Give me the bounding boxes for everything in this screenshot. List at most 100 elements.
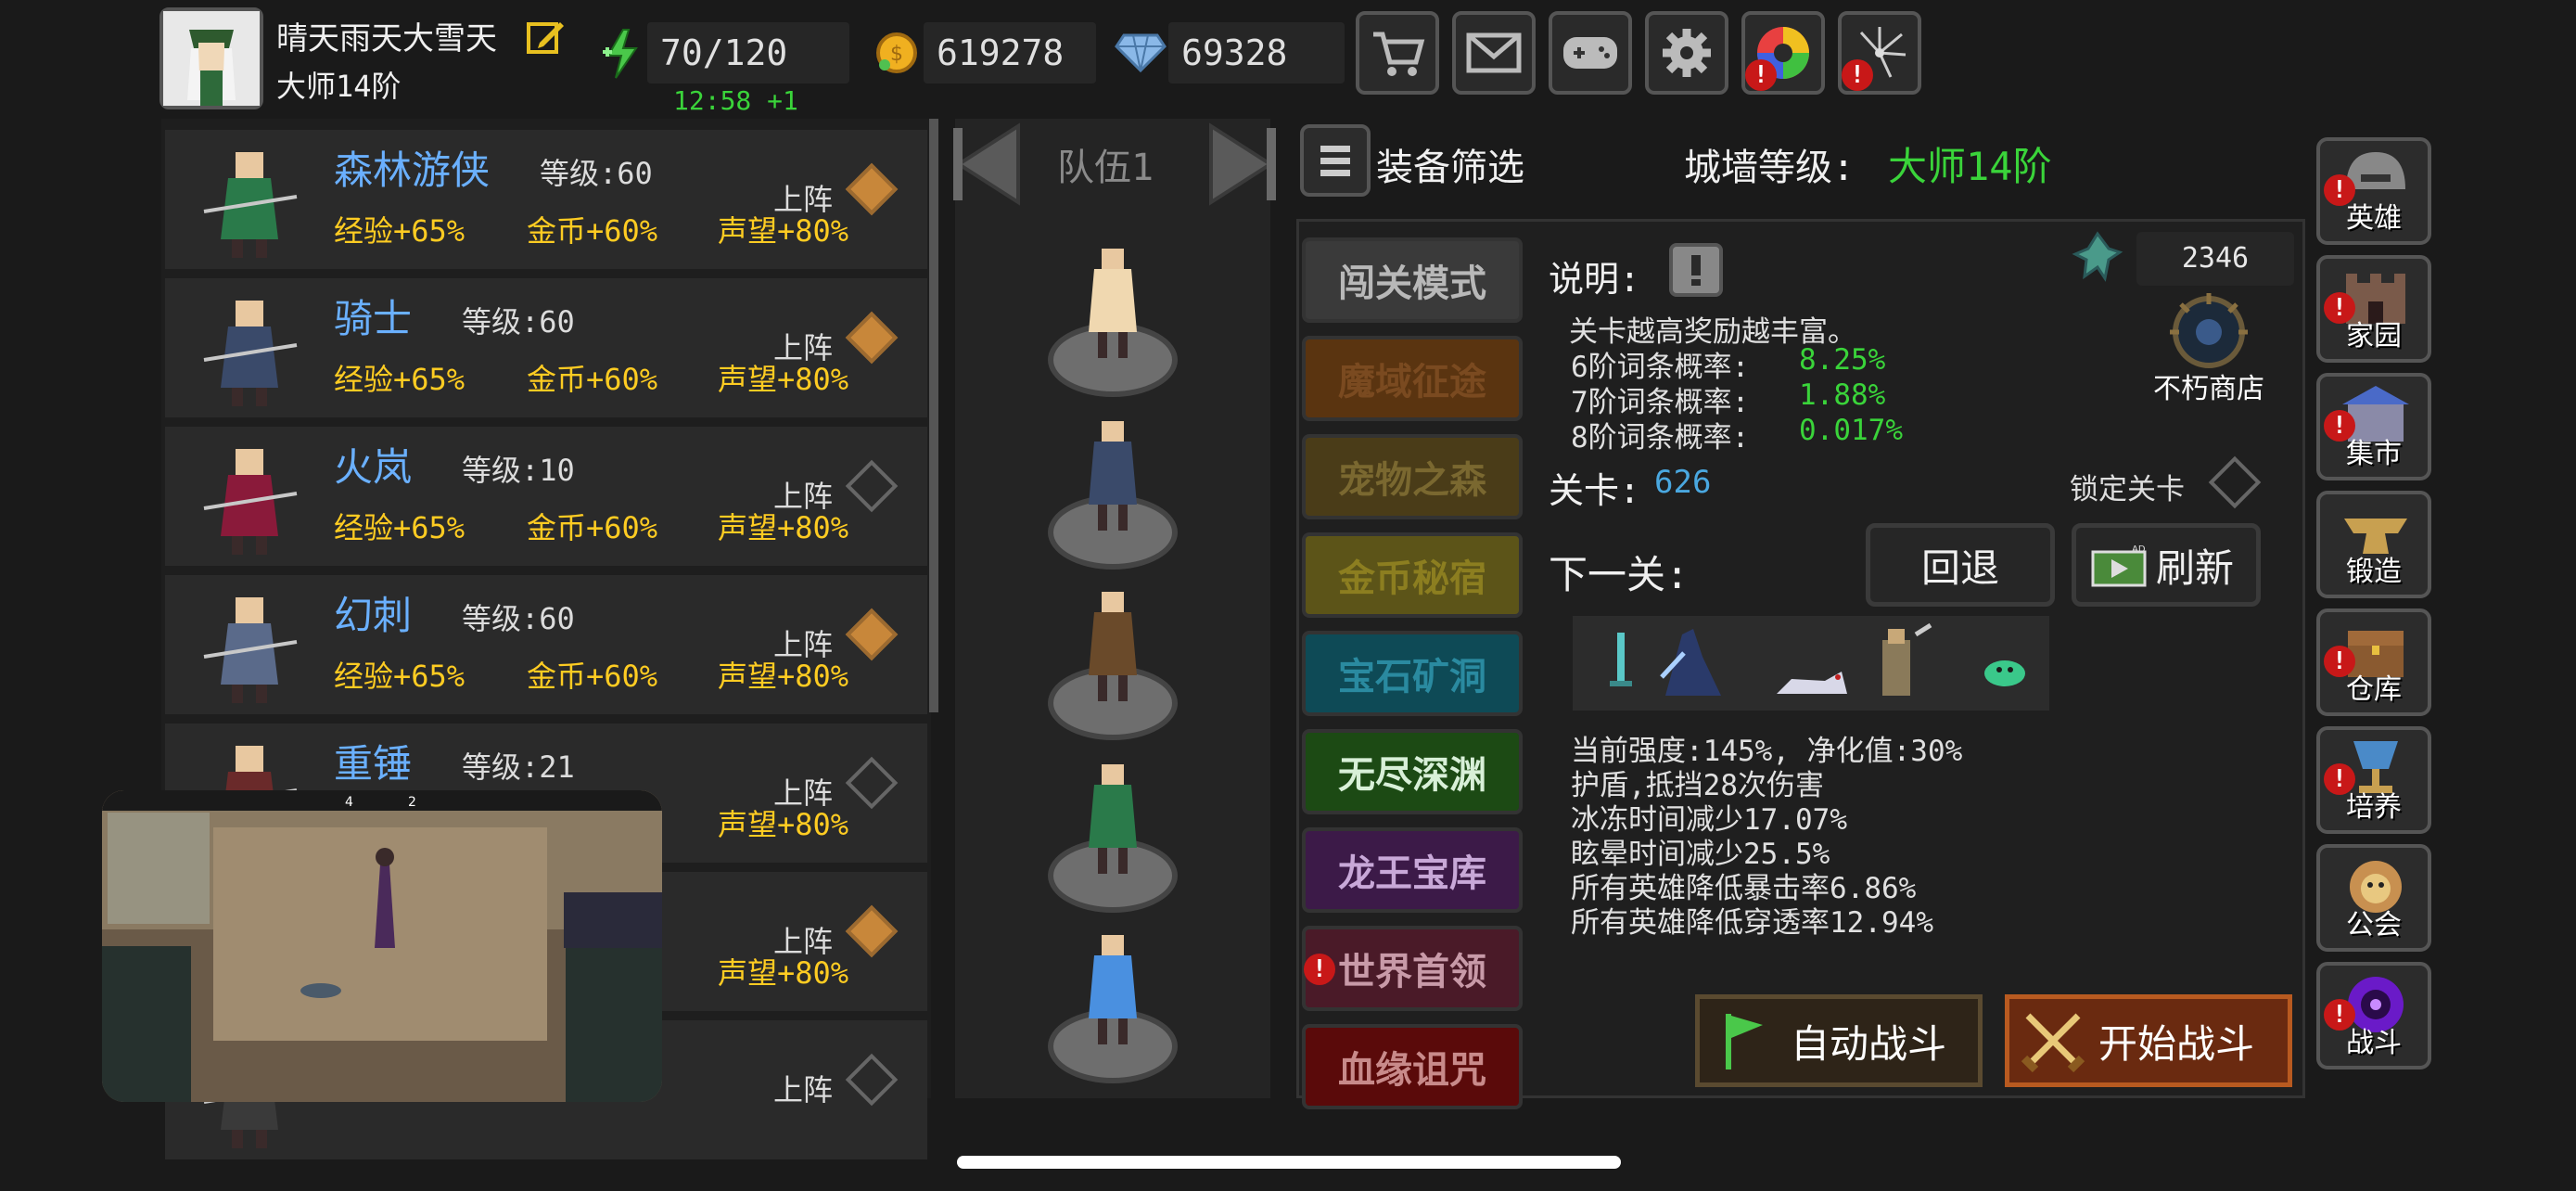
hero-row[interactable]: 火岚 等级:10 经验+65% 金币+60% 声望+80% 上阵 (165, 427, 927, 566)
hero-deploy-toggle[interactable] (845, 459, 899, 513)
back-button[interactable]: 回退 (1866, 523, 2055, 607)
equipment-filter-label[interactable]: 装备筛选 (1376, 137, 1524, 191)
pip-score-right: 2 (408, 795, 416, 810)
mode-button[interactable]: 宠物之森 (1302, 434, 1523, 519)
nav-chest[interactable]: 仓库! (2316, 608, 2431, 716)
hero-deploy-label: 上阵 (773, 1072, 834, 1108)
filter-menu-button[interactable] (1300, 124, 1371, 197)
team-hero-icon (1089, 249, 1137, 358)
color-wheel-button[interactable]: ! (1741, 11, 1825, 95)
svg-text:AD: AD (2132, 544, 2146, 555)
mode-button[interactable]: 魔域征途 (1302, 336, 1523, 421)
hero-gold-buff: 金币+60% (527, 510, 658, 545)
gold-value: 619278 (924, 22, 1096, 83)
start-battle-button[interactable]: 开始战斗 (2005, 994, 2292, 1087)
hero-deploy-toggle[interactable] (845, 162, 899, 216)
alert-badge: ! (2324, 763, 2355, 795)
hero-deploy-label: 上阵 (773, 479, 834, 514)
menu-icon (1320, 146, 1350, 176)
nav-market[interactable]: 集市! (2316, 373, 2431, 480)
nav-anvil[interactable]: 锻造 (2316, 491, 2431, 598)
team-slot[interactable] (1048, 243, 1178, 410)
mode-button[interactable]: 世界首领! (1302, 926, 1523, 1011)
nav-label: 公会 (2346, 909, 2402, 941)
crystal-icon (2072, 230, 2123, 282)
mode-button[interactable]: 龙王宝库 (1302, 827, 1523, 913)
stage-value: 626 (1654, 464, 1712, 501)
hero-level: 等级:60 (462, 601, 575, 636)
hero-exp-buff: 经验+65% (334, 362, 465, 397)
stamina-value: 70/120 (647, 22, 849, 83)
rate-7-value: 1.88% (1799, 378, 1886, 412)
nav-castle[interactable]: 家园! (2316, 255, 2431, 363)
nav-label: 锻造 (2346, 556, 2402, 588)
hero-exp-buff: 经验+65% (334, 659, 465, 694)
mail-button[interactable] (1452, 11, 1536, 95)
hero-level: 等级:21 (462, 749, 575, 785)
alert-badge: ! (1304, 954, 1335, 985)
gamepad-icon (1563, 37, 1617, 69)
player-name: 晴天雨天大雪天 (276, 20, 497, 58)
gold-coin-icon: $ (874, 30, 920, 76)
picture-in-picture-video[interactable]: 4 2 (102, 790, 662, 1102)
mail-icon (1466, 32, 1522, 73)
nav-lion[interactable]: 公会 (2316, 844, 2431, 952)
rate-6-value: 8.25% (1799, 343, 1886, 377)
mode-button[interactable]: 金币秘宿 (1302, 532, 1523, 618)
nav-chalice[interactable]: 培养! (2316, 726, 2431, 834)
home-indicator[interactable] (957, 1156, 1621, 1169)
alert-badge: ! (2324, 174, 2355, 206)
hero-name: 森林游侠 (334, 147, 491, 193)
hero-deploy-label: 上阵 (773, 627, 834, 662)
hero-list-scrollbar[interactable] (929, 119, 938, 712)
team-hero-icon (1089, 764, 1137, 874)
hero-deploy-toggle[interactable] (845, 1053, 899, 1107)
hero-level: 等级:60 (462, 304, 575, 339)
hero-gold-buff: 金币+60% (527, 213, 658, 249)
edit-name-icon[interactable] (525, 17, 566, 58)
hero-level: 等级:10 (462, 453, 575, 488)
hero-deploy-toggle[interactable] (845, 311, 899, 365)
team-hero-icon (1089, 592, 1137, 701)
wall-level-label: 城墙等级: (1684, 147, 1855, 189)
firework-button[interactable]: ! (1838, 11, 1921, 95)
mode-label: 金币秘宿 (1338, 557, 1486, 600)
hero-deploy-label: 上阵 (773, 924, 834, 959)
team-next-button[interactable] (1204, 122, 1280, 206)
hero-row[interactable]: 骑士 等级:60 经验+65% 金币+60% 声望+80% 上阵 (165, 278, 927, 417)
auto-battle-button[interactable]: 自动战斗 (1695, 994, 1983, 1087)
hero-row[interactable]: 森林游侠 等级:60 经验+65% 金币+60% 声望+80% 上阵 (165, 130, 927, 269)
shop-emblem-icon (2170, 293, 2248, 368)
hero-deploy-toggle[interactable] (845, 608, 899, 661)
mode-button[interactable]: 闯关模式 (1302, 237, 1523, 323)
gem-value: 69328 (1168, 22, 1345, 83)
mode-button[interactable]: 血缘诅咒 (1302, 1024, 1523, 1109)
next-stage-enemies (1573, 616, 2049, 711)
nav-helmet[interactable]: 英雄! (2316, 137, 2431, 245)
auto-battle-label: 自动战斗 (1791, 1020, 1947, 1067)
shop-cart-button[interactable] (1356, 11, 1439, 95)
nav-portal[interactable]: 战斗! (2316, 962, 2431, 1069)
settings-button[interactable] (1645, 11, 1728, 95)
immortal-shop-button[interactable]: 不朽商店 (2149, 289, 2268, 405)
hero-row[interactable]: 幻刺 等级:60 经验+65% 金币+60% 声望+80% 上阵 (165, 575, 927, 714)
sword-enemy-icon (1610, 633, 1632, 686)
mode-button[interactable]: 无尽深渊 (1302, 729, 1523, 814)
hero-deploy-toggle[interactable] (845, 904, 899, 958)
info-button[interactable] (1669, 243, 1723, 297)
refresh-button[interactable]: AD 刷新 (2072, 523, 2261, 607)
team-slot[interactable] (1048, 416, 1178, 583)
team-slot[interactable] (1048, 929, 1178, 1096)
gamepad-button[interactable] (1549, 11, 1632, 95)
mode-button[interactable]: 宝石矿洞 (1302, 631, 1523, 716)
crossed-swords-icon (2021, 1013, 2085, 1073)
stamina-timer: 12:58 +1 (673, 85, 798, 116)
player-avatar[interactable] (159, 7, 263, 109)
team-prev-button[interactable] (950, 122, 1026, 206)
alert-badge: ! (2324, 646, 2355, 677)
team-slot[interactable] (1048, 586, 1178, 753)
team-slot[interactable] (1048, 759, 1178, 926)
gear-icon (1663, 29, 1711, 77)
video-frame-icon: 4 2 (102, 790, 662, 1102)
hero-deploy-toggle[interactable] (845, 756, 899, 810)
